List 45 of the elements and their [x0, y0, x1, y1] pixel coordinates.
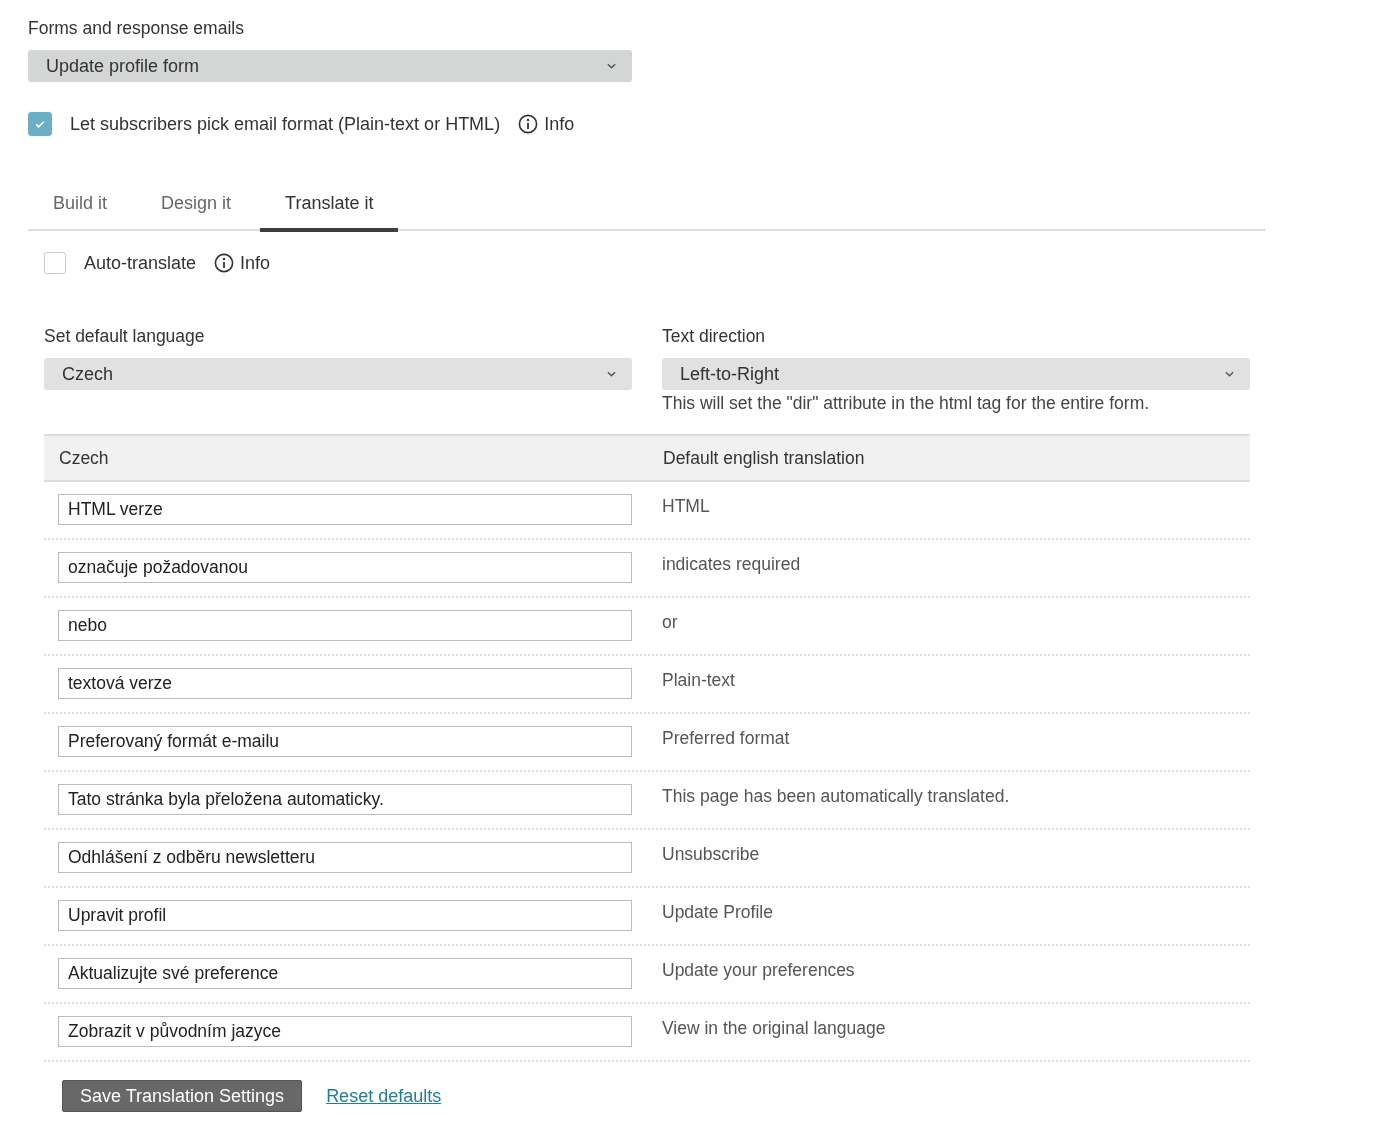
info-icon: [214, 253, 235, 273]
text-input[interactable]: Upravit profil: [58, 900, 632, 931]
field-label: Text direction: [662, 326, 767, 347]
info-link[interactable]: Info: [518, 113, 575, 135]
info-icon: [518, 114, 539, 134]
column-header: Czech: [58, 447, 110, 469]
table-cell-text: Unsubscribe: [662, 843, 760, 866]
table-cell-text: This page has been automatically translated.: [662, 785, 1010, 808]
table-cell-text: Update Profile: [662, 901, 773, 924]
caret-icon: [607, 63, 616, 69]
tab[interactable]: Design it: [136, 193, 257, 232]
text-input[interactable]: nebo: [58, 610, 632, 641]
save-button[interactable]: Save Translation Settings: [62, 1080, 303, 1112]
column-header: Default english translation: [663, 447, 865, 469]
text-input[interactable]: HTML verze: [58, 494, 632, 525]
table-cell-text: indicates required: [662, 553, 801, 576]
dropdown[interactable]: Left-to-Right: [662, 358, 1250, 390]
text-input[interactable]: textová verze: [58, 668, 632, 699]
dropdown[interactable]: Czech: [44, 358, 632, 390]
dropdown[interactable]: Update profile form: [28, 50, 632, 82]
table-cell-text: Plain-text: [662, 669, 735, 692]
text-input[interactable]: Tato stránka byla přeložena automaticky.: [58, 784, 632, 815]
reset-link[interactable]: Reset defaults: [326, 1085, 442, 1107]
tab[interactable]: Translate it: [260, 193, 399, 232]
hint-text: This will set the "dir" attribute in the html tag for the entire form.: [662, 393, 1151, 414]
caret-icon: [1225, 371, 1234, 377]
table-cell-text: Preferred format: [662, 727, 790, 750]
table-cell-text: HTML: [662, 495, 710, 518]
text-input[interactable]: Zobrazit v původním jazyce: [58, 1016, 632, 1047]
checkbox-label: Auto-translate: [84, 252, 197, 274]
table-cell-text: Update your preferences: [662, 959, 855, 982]
caret-icon: [607, 371, 616, 377]
checkbox[interactable]: [28, 112, 52, 136]
tab[interactable]: Build it: [28, 193, 133, 232]
text-input[interactable]: označuje požadovanou: [58, 552, 632, 583]
table-cell-text: View in the original language: [662, 1017, 886, 1040]
checkbox-label: Let subscribers pick email format (Plain-text or HTML): [70, 113, 501, 135]
info-link[interactable]: Info: [214, 252, 271, 274]
checkbox[interactable]: [44, 252, 66, 274]
text-input[interactable]: Preferovaný formát e-mailu: [58, 726, 632, 757]
text-input[interactable]: Odhlášení z odběru newsletteru: [58, 842, 632, 873]
field-label: Set default language: [44, 326, 206, 347]
table-cell-text: or: [662, 611, 678, 634]
field-label: Forms and response emails: [28, 18, 245, 39]
text-input[interactable]: Aktualizujte své preference: [58, 958, 632, 989]
